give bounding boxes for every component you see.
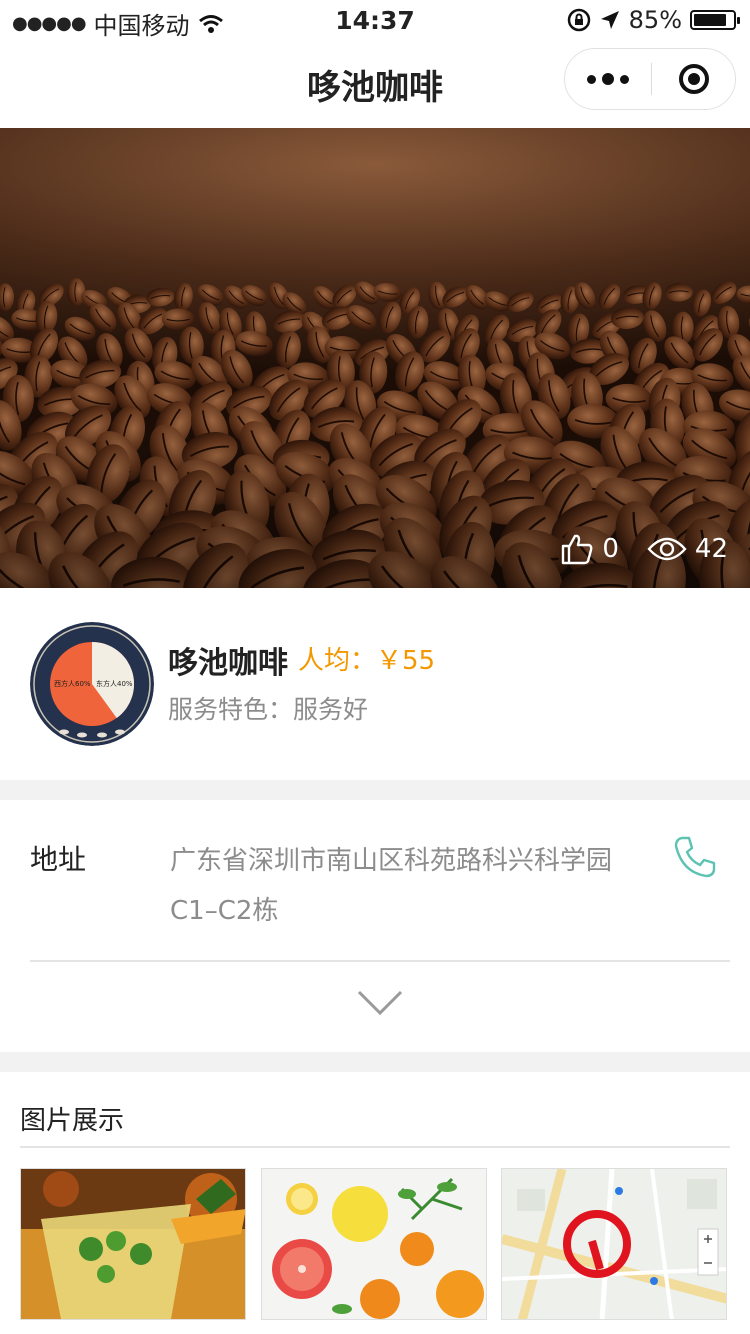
close-mini-program-button[interactable] xyxy=(652,49,736,109)
mini-program-capsule xyxy=(564,48,736,110)
rotation-lock-icon xyxy=(567,8,590,32)
eye-icon xyxy=(647,537,687,561)
address-card: 地址 广东省深圳市南山区科苑路科兴科学园C1–C2栋 xyxy=(0,800,750,1052)
gallery-title: 图片展示 xyxy=(20,1106,125,1136)
logo-west-label: 西方人60% xyxy=(54,679,91,688)
hero-image: 0 42 xyxy=(0,128,750,588)
gallery-photo-fruit[interactable] xyxy=(261,1168,487,1320)
photo-gallery: 图片展示 xyxy=(0,1072,750,1334)
shop-logo: 西方人60% 东方人40% xyxy=(30,622,154,746)
view-count: 42 xyxy=(694,534,728,564)
like-count: 0 xyxy=(602,534,619,564)
battery-icon xyxy=(690,10,740,30)
hero-stats: 0 42 xyxy=(532,532,728,566)
divider xyxy=(30,960,730,962)
battery-percent: 85% xyxy=(628,6,682,34)
like-button[interactable]: 0 xyxy=(560,532,619,566)
address-text: 广东省深圳市南山区科苑路科兴科学园C1–C2栋 xyxy=(170,846,613,926)
more-dot-icon xyxy=(620,74,629,84)
coffee-beans-image xyxy=(0,278,750,588)
chevron-down-icon[interactable] xyxy=(355,988,405,1018)
shop-info-card: 西方人60% 东方人40% 哆池咖啡 人均：￥55 服务特色：服务好 xyxy=(0,588,750,780)
target-icon xyxy=(679,64,709,94)
divider xyxy=(20,1146,730,1148)
shop-name: 哆池咖啡 xyxy=(168,646,288,681)
gallery-photo-drink[interactable] xyxy=(20,1168,246,1320)
average-price: 人均：￥55 xyxy=(298,646,436,676)
more-dot-icon xyxy=(587,74,596,84)
navigation-bar: 哆池咖啡 xyxy=(0,40,750,128)
location-arrow-icon xyxy=(600,11,619,29)
service-feature: 服务特色：服务好 xyxy=(168,695,369,724)
more-menu-button[interactable] xyxy=(565,49,651,109)
phone-icon[interactable] xyxy=(672,834,718,880)
logo-east-label: 东方人40% xyxy=(96,679,133,688)
view-count-group: 42 xyxy=(647,534,728,564)
more-dot-icon xyxy=(602,73,614,85)
gallery-photo-map[interactable] xyxy=(501,1168,727,1320)
thumbs-up-icon xyxy=(562,534,593,565)
address-label: 地址 xyxy=(30,843,87,876)
status-bar: ●●●●● 中国移动 14:37 85% xyxy=(0,0,750,40)
